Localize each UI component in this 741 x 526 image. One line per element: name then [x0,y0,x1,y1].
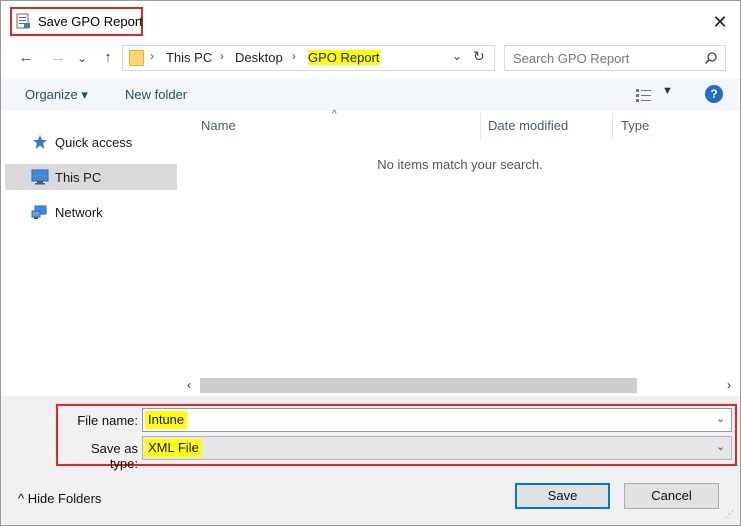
scroll-right-icon[interactable]: › [720,377,738,394]
forward-arrow-icon[interactable]: → [47,46,69,70]
empty-message: No items match your search. [377,157,543,172]
recent-locations-icon[interactable]: ⌄ [75,46,89,70]
column-header-type[interactable]: Type [621,118,649,133]
nav-item-this-pc[interactable]: This PC [5,164,177,190]
address-bar[interactable]: › This PC › Desktop › GPO Report ⌄ ↻ [122,45,495,71]
file-name-value[interactable]: Intune [145,411,188,429]
nav-item-network[interactable]: Network [5,199,177,225]
column-divider[interactable] [612,113,613,139]
network-icon [31,205,47,219]
save-as-type-value[interactable]: XML File [145,439,202,457]
computer-icon [31,169,49,185]
organize-button[interactable]: Organize ▾ [25,87,88,103]
search-input[interactable]: Search GPO Report [513,51,629,66]
report-app-icon [16,13,30,29]
view-dropdown-icon[interactable]: ▼ [662,85,673,97]
breadcrumb-sep-icon: › [220,49,224,63]
navigation-pane: Quick access This PC Network [1,113,179,397]
file-name-field[interactable]: Intune ⌄ [142,408,732,432]
search-icon[interactable] [704,51,718,65]
scroll-thumb[interactable] [200,378,637,393]
back-arrow-icon[interactable]: ← [15,46,37,70]
breadcrumb-sep-icon: › [150,49,154,63]
file-name-label: File name: [77,413,138,428]
nav-label: This PC [55,170,102,185]
help-icon[interactable]: ? [705,85,723,103]
save-button[interactable]: Save [515,483,610,509]
breadcrumb-sep-icon: › [292,49,296,63]
scroll-left-icon[interactable]: ‹ [180,377,198,394]
nav-item-quick-access[interactable]: Quick access [5,129,177,155]
chevron-down-icon[interactable]: ⌄ [716,440,725,453]
save-as-type-select[interactable]: XML File ⌄ [142,436,732,460]
save-dialog: Save GPO Report ✕ ← → ⌄ ↑ › This PC › De… [0,0,741,526]
refresh-icon[interactable]: ↻ [473,48,485,65]
star-icon [33,135,47,149]
column-divider[interactable] [480,113,481,139]
title-bar: Save GPO Report ✕ [1,1,740,41]
search-box[interactable]: Search GPO Report [504,45,726,71]
resize-grip-icon[interactable]: ⋰ [725,509,734,520]
breadcrumb-gpo-report[interactable]: GPO Report [308,50,380,65]
breadcrumb-desktop[interactable]: Desktop [235,50,283,65]
save-options-panel: File name: Intune ⌄ Save as type: XML Fi… [1,396,740,525]
nav-label: Network [55,205,103,220]
view-options-icon[interactable] [635,87,653,103]
chevron-down-icon[interactable]: ⌄ [716,412,725,425]
column-header-date-modified[interactable]: Date modified [488,118,568,133]
file-list[interactable]: ^ Name Date modified Type No items match… [180,109,740,377]
new-folder-button[interactable]: New folder [125,87,187,102]
breadcrumb-this-pc[interactable]: This PC [166,50,212,65]
close-button[interactable]: ✕ [707,9,733,35]
nav-label: Quick access [55,135,133,150]
horizontal-scrollbar[interactable]: ‹ › [180,377,740,394]
address-dropdown-icon[interactable]: ⌄ [452,49,462,63]
sort-indicator-icon: ^ [332,109,337,120]
cancel-button[interactable]: Cancel [624,483,719,509]
hide-folders-button[interactable]: ^ Hide Folders [18,491,101,506]
folder-icon [129,50,144,66]
save-as-type-label: Save as type: [91,441,138,471]
command-bar: Organize ▾ New folder ▼ [1,79,740,111]
window-title: Save GPO Report [38,14,143,29]
column-header-name[interactable]: Name [201,118,236,133]
up-arrow-icon[interactable]: ↑ [97,46,119,70]
